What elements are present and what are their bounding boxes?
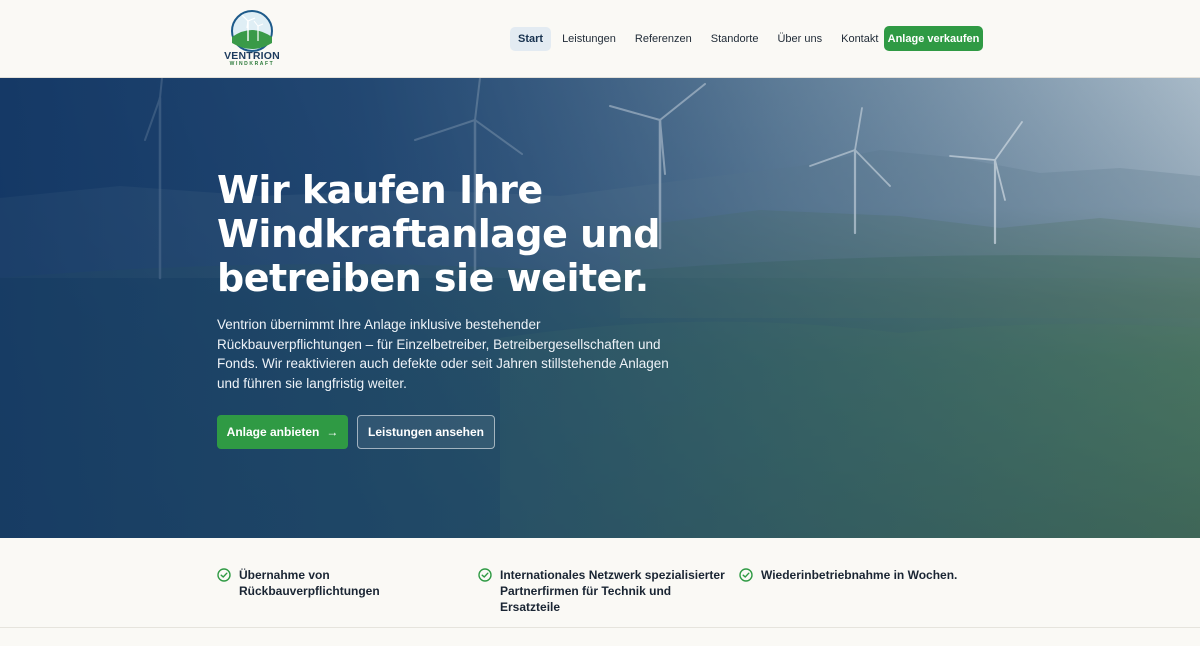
- arrow-right-icon: →: [326, 425, 339, 439]
- feature-text: Internationales Netzwerk spezialisierter…: [500, 568, 725, 614]
- hero-section: Wir kaufen Ihre Windkraftanlage und betr…: [0, 78, 1200, 538]
- hero-title-line-1: Wir kaufen Ihre: [217, 168, 543, 212]
- hero-title-line-3: betreiben sie weiter.: [217, 256, 649, 300]
- nav-item-referenzen[interactable]: Referenzen: [627, 27, 700, 51]
- check-circle-icon: [217, 568, 231, 582]
- feature-item: Internationales Netzwerk spezialisierter…: [478, 567, 728, 615]
- nav-item-standorte[interactable]: Standorte: [703, 27, 767, 51]
- feature-item: Wiederinbetriebnahme in Wochen.: [739, 567, 979, 583]
- feature-item: Übernahme von Rückbauverpflichtungen: [217, 567, 467, 599]
- logo-subtitle: WINDKRAFT: [229, 61, 275, 67]
- offer-plant-button-label: Anlage anbieten: [226, 425, 320, 439]
- view-services-button[interactable]: Leistungen ansehen: [357, 415, 495, 449]
- main-navigation: Start Leistungen Referenzen Standorte Üb…: [510, 26, 889, 51]
- nav-item-start[interactable]: Start: [510, 26, 552, 51]
- offer-plant-button[interactable]: Anlage anbieten →: [217, 415, 348, 449]
- hero-title-line-2: Windkraftanlage und: [217, 212, 660, 256]
- site-header: VENTRION WINDKRAFT Start Leistungen Refe…: [0, 0, 1200, 78]
- feature-text: Wiederinbetriebnahme in Wochen.: [761, 568, 958, 582]
- logo-emblem-icon: [231, 10, 273, 52]
- feature-bar: Übernahme von Rückbauverpflichtungen Int…: [0, 538, 1200, 628]
- hero-description: Ventrion übernimmt Ihre Anlage inklusive…: [217, 317, 669, 391]
- hero-title: Wir kaufen Ihre Windkraftanlage und betr…: [217, 168, 737, 300]
- ventrion-logo[interactable]: VENTRION WINDKRAFT: [218, 9, 286, 69]
- wind-farm-background: [0, 78, 1200, 538]
- nav-item-ueber-uns[interactable]: Über uns: [769, 27, 830, 51]
- nav-item-kontakt[interactable]: Kontakt: [833, 27, 886, 51]
- check-circle-icon: [478, 568, 492, 582]
- sell-plant-button[interactable]: Anlage verkaufen: [884, 26, 983, 51]
- check-circle-icon: [739, 568, 753, 582]
- feature-text: Übernahme von Rückbauverpflichtungen: [239, 568, 380, 598]
- nav-item-leistungen[interactable]: Leistungen: [554, 27, 624, 51]
